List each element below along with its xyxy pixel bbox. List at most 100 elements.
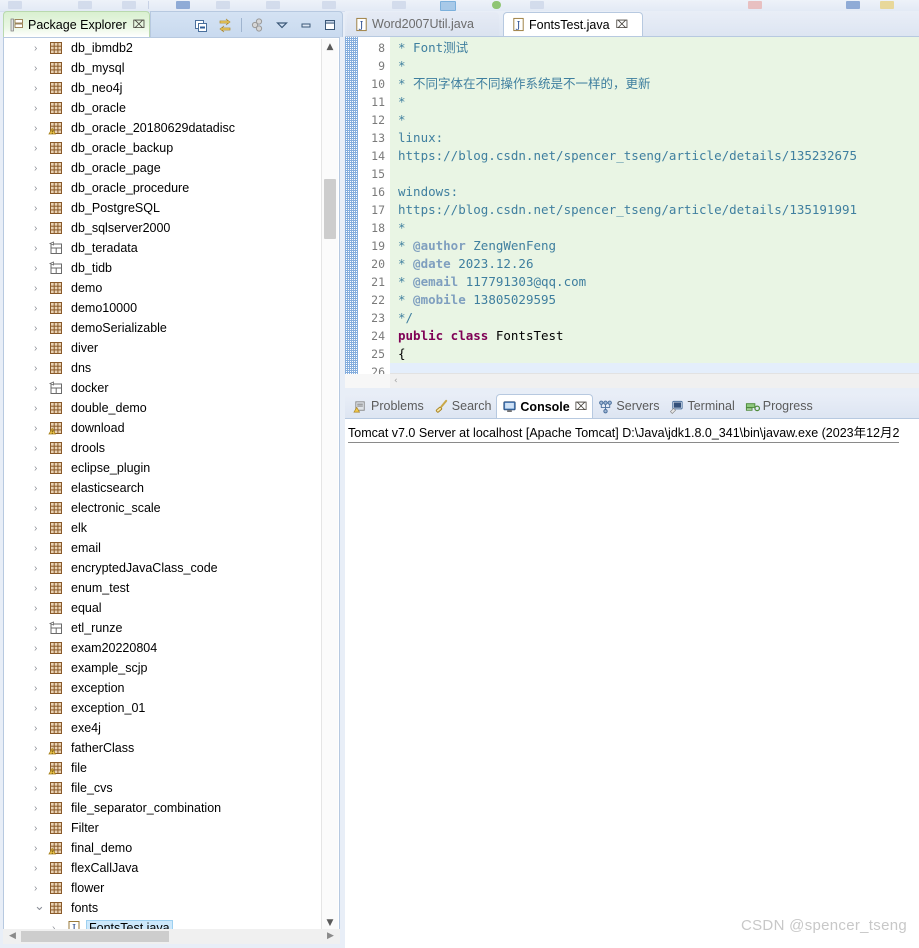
package-explorer-tree[interactable]: › db_ibmdb2 › db_mysql › db_neo4j › db_oracle › d…	[4, 38, 323, 932]
link-with-editor-icon[interactable]	[217, 17, 233, 33]
chevron-right-icon[interactable]: ›	[34, 683, 45, 694]
tree-item[interactable]: › encryptedJavaClass_code	[4, 558, 323, 578]
tree-item[interactable]: › example_scjp	[4, 658, 323, 678]
code-line[interactable]: * @author ZengWenFeng	[398, 237, 556, 255]
editor-tab-active[interactable]: J FontsTest.java ⌧	[503, 12, 643, 36]
tree-item[interactable]: › download	[4, 418, 323, 438]
chevron-right-icon[interactable]: ›	[34, 123, 45, 134]
chevron-right-icon[interactable]: ›	[34, 543, 45, 554]
tab-package-explorer[interactable]: Package Explorer ⌧	[3, 11, 150, 37]
tree-item[interactable]: › elk	[4, 518, 323, 538]
tree-item[interactable]: › db_tidb	[4, 258, 323, 278]
editor-tab-inactive[interactable]: J Word2007Util.java	[347, 12, 499, 36]
tree-item[interactable]: › etl_runze	[4, 618, 323, 638]
chevron-right-icon[interactable]: ›	[34, 783, 45, 794]
tree-item[interactable]: › db_oracle_backup	[4, 138, 323, 158]
toolbar-icon-new[interactable]	[8, 1, 22, 9]
scroll-left-icon[interactable]: ◀	[5, 929, 20, 944]
tree-item[interactable]: › db_ibmdb2	[4, 38, 323, 58]
tree-item[interactable]: › flexCallJava	[4, 858, 323, 878]
scroll-up-icon[interactable]: ▲	[322, 39, 338, 55]
chevron-right-icon[interactable]: ›	[34, 863, 45, 874]
tree-item[interactable]: › electronic_scale	[4, 498, 323, 518]
chevron-right-icon[interactable]: ›	[34, 63, 45, 74]
chevron-right-icon[interactable]: ›	[34, 843, 45, 854]
tree-item[interactable]: › file	[4, 758, 323, 778]
tree-item[interactable]: › drools	[4, 438, 323, 458]
code-line[interactable]: *	[398, 93, 406, 111]
tree-item[interactable]: › db_oracle_procedure	[4, 178, 323, 198]
code-line[interactable]: * @date 2023.12.26	[398, 255, 533, 273]
close-icon[interactable]: ⌧	[575, 400, 588, 413]
chevron-right-icon[interactable]: ›	[34, 883, 45, 894]
close-icon[interactable]: ⌧	[133, 19, 146, 30]
tree-item[interactable]: › fatherClass	[4, 738, 323, 758]
chevron-right-icon[interactable]: ›	[34, 623, 45, 634]
code-line[interactable]: https://blog.csdn.net/spencer_tseng/arti…	[398, 201, 857, 219]
editor-horizontal-scrollbar[interactable]: ‹	[390, 373, 919, 388]
toolbar-icon-print[interactable]	[122, 1, 136, 9]
tree-item[interactable]: › db_teradata	[4, 238, 323, 258]
tree-item[interactable]: › double_demo	[4, 398, 323, 418]
toolbar-icon-next-annotation[interactable]	[530, 1, 544, 9]
chevron-down-icon[interactable]: ⌄	[34, 899, 45, 914]
chevron-right-icon[interactable]: ›	[34, 363, 45, 374]
tree-item[interactable]: › db_mysql	[4, 58, 323, 78]
chevron-right-icon[interactable]: ›	[34, 603, 45, 614]
toolbar-icon-profile[interactable]	[266, 1, 280, 9]
tree-item[interactable]: › file_separator_combination	[4, 798, 323, 818]
chevron-right-icon[interactable]: ›	[34, 583, 45, 594]
tree-item[interactable]: › email	[4, 538, 323, 558]
toolbar-icon-external-tools[interactable]	[322, 1, 336, 9]
tree-item[interactable]: › demo	[4, 278, 323, 298]
code-line[interactable]: *	[398, 111, 406, 129]
chevron-right-icon[interactable]: ›	[34, 103, 45, 114]
toolbar-icon-validate[interactable]	[492, 1, 501, 9]
chevron-right-icon[interactable]: ›	[34, 183, 45, 194]
code-line[interactable]: */	[398, 309, 413, 327]
hscrollbar-thumb[interactable]	[21, 931, 169, 942]
tree-item[interactable]: › demoSerializable	[4, 318, 323, 338]
code-line[interactable]: * @email 117791303@qq.com	[398, 273, 586, 291]
tree-item[interactable]: › Filter	[4, 818, 323, 838]
chevron-right-icon[interactable]: ›	[34, 263, 45, 274]
tree-item[interactable]: › db_neo4j	[4, 78, 323, 98]
code-line[interactable]: * @mobile 13805029595	[398, 291, 556, 309]
chevron-right-icon[interactable]: ›	[34, 243, 45, 254]
chevron-right-icon[interactable]: ›	[34, 563, 45, 574]
tree-item[interactable]: › file_cvs	[4, 778, 323, 798]
tree-item[interactable]: › diver	[4, 338, 323, 358]
scrollbar-thumb[interactable]	[324, 179, 336, 239]
toolbar-icon-run[interactable]	[216, 1, 230, 9]
chevron-right-icon[interactable]: ›	[34, 643, 45, 654]
chevron-right-icon[interactable]: ›	[34, 703, 45, 714]
toolbar-icon-stop[interactable]	[748, 1, 762, 9]
code-line[interactable]: * 不同字体在不同操作系统是不一样的，更新	[398, 75, 651, 93]
code-line[interactable]: *	[398, 57, 406, 75]
toolbar-icon-search[interactable]	[392, 1, 406, 9]
maximize-icon[interactable]	[322, 17, 338, 33]
chevron-right-icon[interactable]: ›	[34, 423, 45, 434]
chevron-right-icon[interactable]: ›	[34, 663, 45, 674]
chevron-right-icon[interactable]: ›	[34, 463, 45, 474]
tree-item[interactable]: › flower	[4, 878, 323, 898]
code-line[interactable]: public class FontsTest	[398, 327, 564, 345]
console-tab-terminal[interactable]: Terminal	[664, 394, 739, 418]
console-tab-progress[interactable]: Progress	[740, 394, 818, 418]
toolbar-icon-save[interactable]	[78, 1, 92, 9]
chevron-right-icon[interactable]: ›	[34, 143, 45, 154]
chevron-right-icon[interactable]: ›	[34, 803, 45, 814]
tree-item[interactable]: › equal	[4, 598, 323, 618]
tree-item[interactable]: › exception	[4, 678, 323, 698]
tree-item[interactable]: › exception_01	[4, 698, 323, 718]
code-line[interactable]: * Font测试	[398, 39, 468, 57]
chevron-right-icon[interactable]: ›	[34, 163, 45, 174]
console-tab-problems[interactable]: Problems	[348, 394, 429, 418]
chevron-right-icon[interactable]: ›	[34, 203, 45, 214]
tree-item[interactable]: › enum_test	[4, 578, 323, 598]
tree-item[interactable]: › exam20220804	[4, 638, 323, 658]
chevron-right-icon[interactable]: ›	[34, 503, 45, 514]
chevron-right-icon[interactable]: ›	[34, 283, 45, 294]
tree-item[interactable]: › db_oracle	[4, 98, 323, 118]
chevron-right-icon[interactable]: ›	[34, 723, 45, 734]
